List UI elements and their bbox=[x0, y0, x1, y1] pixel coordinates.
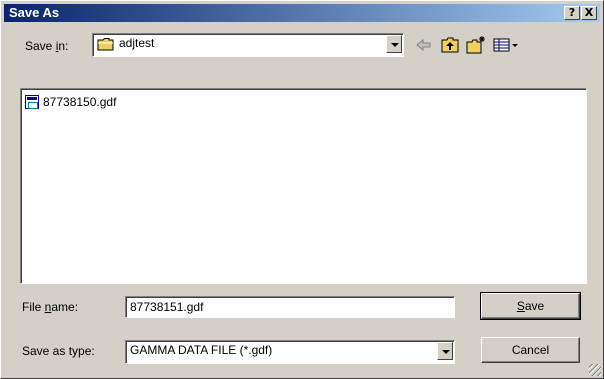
gdf-file-icon bbox=[25, 95, 39, 109]
title-bar[interactable]: Save As ? X bbox=[4, 4, 600, 22]
view-menu-icon[interactable] bbox=[491, 34, 521, 56]
save-in-combo[interactable]: adjtest bbox=[92, 33, 404, 57]
help-button[interactable]: ? bbox=[564, 6, 580, 20]
save-in-value: adjtest bbox=[119, 36, 155, 50]
save-as-type-combo[interactable]: GAMMA DATA FILE (*.gdf) bbox=[125, 340, 455, 364]
file-item-name: 87738150.gdf bbox=[43, 95, 117, 109]
back-arrow-icon[interactable] bbox=[413, 34, 435, 56]
file-name-input[interactable] bbox=[125, 296, 455, 318]
close-button[interactable]: X bbox=[581, 6, 597, 20]
cancel-button[interactable]: Cancel bbox=[481, 337, 580, 363]
save-button[interactable]: Save bbox=[480, 292, 581, 320]
new-folder-icon[interactable] bbox=[465, 34, 487, 56]
file-name-label: File name: bbox=[22, 300, 79, 314]
save-as-type-dropdown-arrow[interactable] bbox=[437, 342, 453, 360]
up-folder-icon[interactable] bbox=[439, 34, 461, 56]
save-in-dropdown-arrow[interactable] bbox=[386, 35, 402, 53]
save-as-type-value: GAMMA DATA FILE (*.gdf) bbox=[130, 343, 273, 357]
resize-grip-icon[interactable] bbox=[589, 364, 601, 376]
folder-icon bbox=[97, 38, 114, 51]
dialog-title: Save As bbox=[9, 5, 60, 20]
file-list[interactable]: 87738150.gdf bbox=[20, 88, 587, 284]
save-in-label: Save in: bbox=[25, 39, 69, 53]
save-as-dialog: Save As ? X Save in: adjtest 87738150.gd… bbox=[0, 0, 604, 379]
save-as-type-label: Save as type: bbox=[22, 344, 95, 358]
